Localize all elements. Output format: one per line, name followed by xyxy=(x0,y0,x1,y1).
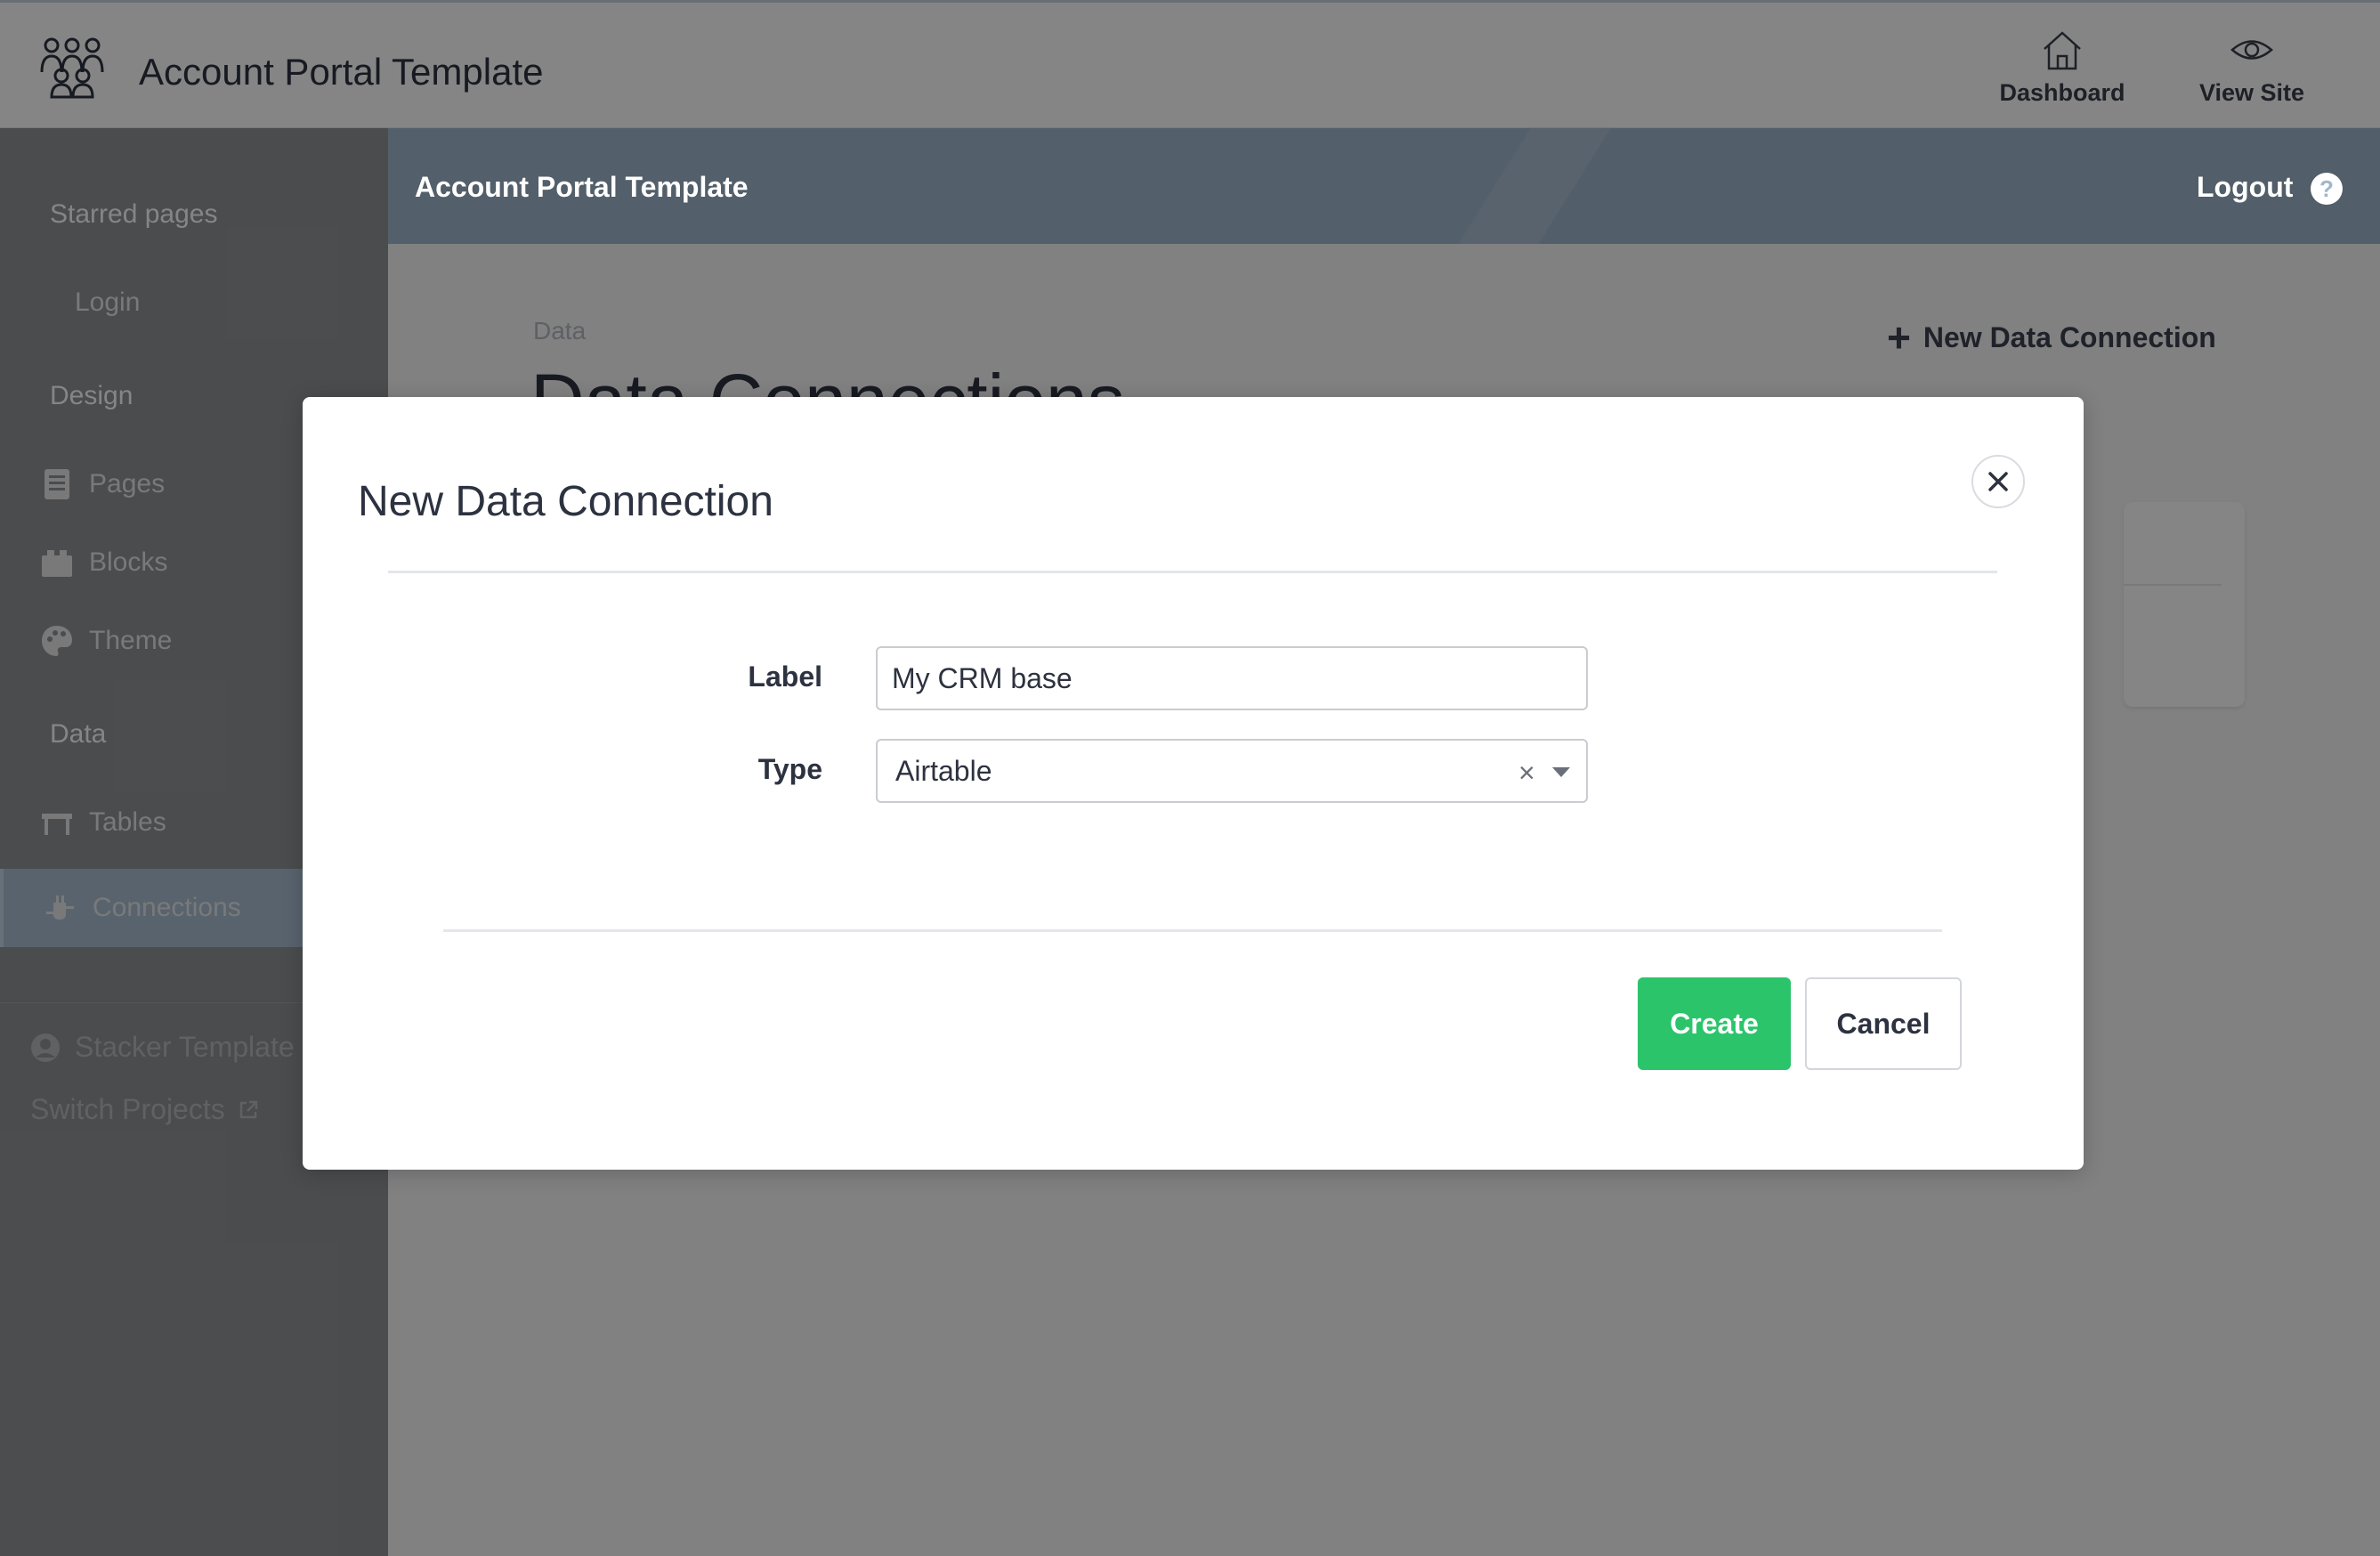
type-field-label: Type xyxy=(757,753,822,785)
dialog-divider xyxy=(388,571,1997,573)
label-input-value: My CRM base xyxy=(892,661,1073,694)
clear-icon[interactable]: × xyxy=(1518,757,1535,790)
create-button[interactable]: Create xyxy=(1638,977,1791,1070)
sub-header-title: Account Portal Template xyxy=(415,171,749,203)
label-input[interactable]: My CRM base xyxy=(876,646,1588,710)
dialog-title: New Data Connection xyxy=(358,478,773,525)
logout-link[interactable]: Logout xyxy=(2197,171,2293,204)
new-data-connection-dialog: New Data Connection Label My CRM base Ty… xyxy=(303,397,2084,1170)
close-icon xyxy=(1988,472,2008,491)
close-button[interactable] xyxy=(1971,455,2025,508)
type-select-value: Airtable xyxy=(895,754,992,787)
chevron-down-icon[interactable] xyxy=(1552,767,1570,777)
cancel-button[interactable]: Cancel xyxy=(1805,977,1962,1070)
help-icon[interactable]: ? xyxy=(2311,173,2343,205)
label-field-label: Label xyxy=(748,660,822,693)
type-select[interactable]: Airtable × xyxy=(876,739,1588,803)
dialog-footer-divider xyxy=(443,929,1942,932)
